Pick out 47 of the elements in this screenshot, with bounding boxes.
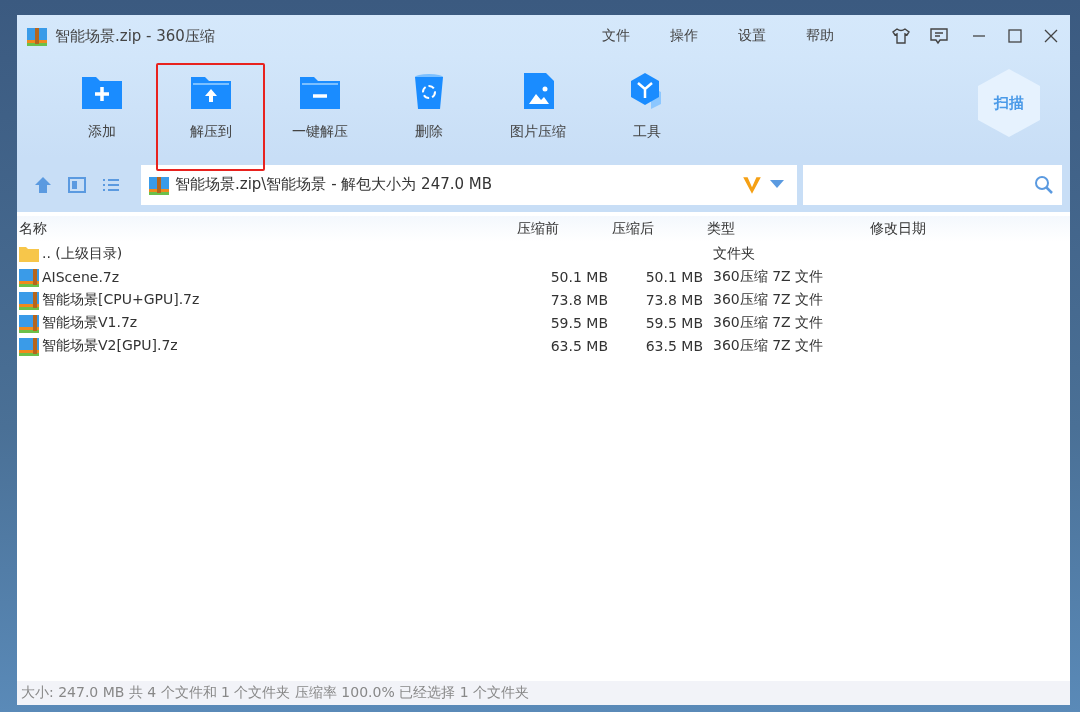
table-cell: 50.1 MB [645,268,703,285]
archive-icon [19,312,39,333]
table-cell: 59.5 MB [550,314,608,331]
table-cell: 73.8 MB [645,291,703,308]
menu-item[interactable]: 文件 [602,27,630,45]
table-cell: 63.5 MB [645,337,703,354]
search-icon[interactable] [1034,174,1054,195]
column-header[interactable]: 压缩后 [612,220,707,238]
column-header[interactable]: 类型 [707,220,870,238]
table-cell: 360压缩 7Z 文件 [713,267,824,284]
address-field[interactable]: 智能场景.zip\智能场景 - 解包大小为 247.0 MB [141,164,797,205]
menu-item[interactable]: 设置 [738,27,766,45]
close-icon[interactable] [1044,29,1058,43]
archive-icon [19,289,39,310]
folder-icon [19,244,39,263]
table-cell: 59.5 MB [645,314,703,331]
name-cell[interactable]: 智能场景V1.7z [17,312,517,333]
archive-icon [27,26,47,46]
menu-item[interactable]: 帮助 [806,27,834,45]
dropdown-arrow-icon[interactable] [769,179,785,190]
archive-icon [149,174,169,195]
table-cell: 63.5 MB [550,337,608,354]
column-header[interactable]: 名称 [17,220,517,238]
column-header[interactable]: 压缩前 [517,220,612,238]
table-cell: 50.1 MB [550,268,608,285]
name-cell[interactable]: AIScene.7z [17,266,517,287]
window-title: 智能场景.zip - 360压缩 [55,26,215,46]
up-arrow-icon[interactable] [33,174,53,195]
feedback-icon[interactable] [928,26,950,46]
table-cell: 文件夹 [713,244,755,261]
name-cell[interactable]: .. (上级目录) [17,244,517,263]
toolbar-button[interactable]: 解压到 [156,63,265,171]
tshirt-icon[interactable] [890,26,912,46]
archive-icon [19,266,39,287]
table-cell: 360压缩 7Z 文件 [713,336,824,353]
maximize-icon[interactable] [1008,29,1022,43]
archive-icon [19,335,39,356]
name-cell[interactable]: 智能场景V2[GPU].7z [17,335,517,356]
table-cell: 360压缩 7Z 文件 [713,290,824,307]
name-cell[interactable]: 智能场景[CPU+GPU].7z [17,289,517,310]
table-cell: 360压缩 7Z 文件 [713,313,824,330]
menu-item[interactable]: 操作 [670,27,698,45]
table-cell: 73.8 MB [550,291,608,308]
column-header[interactable]: 修改日期 [870,220,1070,238]
status-bar: 大小: 247.0 MB 共 4 个文件和 1 个文件夹 压缩率 100.0% 已经选择 1 个文件夹 [17,681,1070,705]
thumbnail-view-icon[interactable] [67,174,87,195]
search-field[interactable] [803,164,1062,205]
